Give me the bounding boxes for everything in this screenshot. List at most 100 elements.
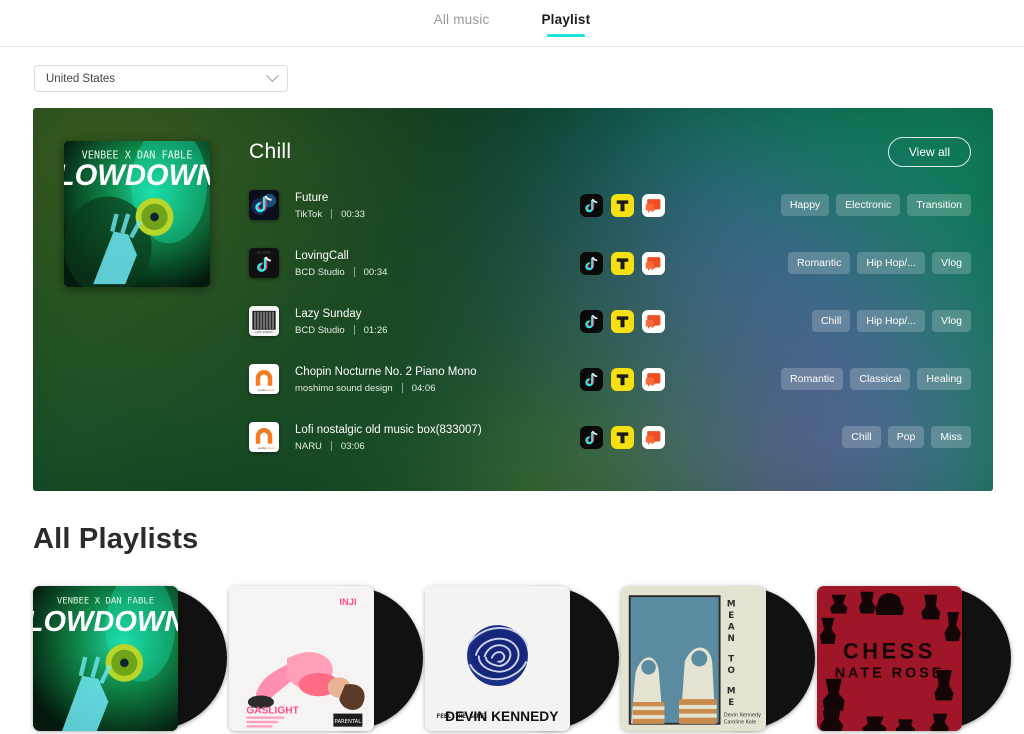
track-thumbnail: LAZY SUNDAY xyxy=(249,306,279,336)
svg-text:stock: stock xyxy=(267,446,275,450)
tag[interactable]: Electronic xyxy=(836,194,901,216)
kakao-icon[interactable] xyxy=(642,251,665,275)
tiktok-icon[interactable] xyxy=(580,193,603,217)
track-row[interactable]: Future TikTok 00:33 Happy Electronic Tra… xyxy=(249,183,971,227)
svg-text:N: N xyxy=(728,634,735,644)
track-name: Lofi nostalgic old music box(833007) xyxy=(295,423,482,436)
tag[interactable]: Miss xyxy=(931,426,971,448)
track-list: Future TikTok 00:33 Happy Electronic Tra… xyxy=(249,183,971,459)
chess-cover-art: CHESS NATE ROSE xyxy=(817,586,962,731)
svg-text:Caroline Kole: Caroline Kole xyxy=(724,720,756,726)
yellow-t-icon[interactable] xyxy=(611,193,634,217)
playlist-card[interactable]: VENBEE X DAN FABLE LOWDOWN xyxy=(33,581,227,734)
tab-playlist[interactable]: Playlist xyxy=(541,0,591,37)
track-source: BCD Studio xyxy=(295,324,345,336)
svg-text:INJI: INJI xyxy=(339,596,356,607)
photo-bw-icon: LAZY SUNDAY xyxy=(249,306,279,336)
svg-text:LOWDOWN: LOWDOWN xyxy=(33,606,178,638)
svg-text:NATE ROSE: NATE ROSE xyxy=(835,665,945,681)
tag[interactable]: Romantic xyxy=(788,252,851,274)
track-source: BCD Studio xyxy=(295,266,345,278)
country-select[interactable]: United States xyxy=(34,65,288,92)
playlist-card[interactable]: MEAN TO ME Devin Kennedy Caroline Kole xyxy=(621,581,815,734)
kakao-icon[interactable] xyxy=(642,367,665,391)
divider xyxy=(353,267,355,277)
platform-icons xyxy=(580,193,665,217)
all-playlists-heading: All Playlists xyxy=(33,523,199,555)
svg-text:M: M xyxy=(727,599,736,609)
top-navigation: All music Playlist xyxy=(0,0,1024,47)
filter-bar: United States xyxy=(0,47,1024,92)
tag[interactable]: Healing xyxy=(917,368,971,390)
tiktok-icon[interactable] xyxy=(580,251,603,275)
audiostock-icon: audio stock xyxy=(249,364,279,394)
tag-group: Happy Electronic Transition xyxy=(780,194,971,216)
track-name: LovingCall xyxy=(295,249,349,262)
tag[interactable]: Romantic xyxy=(781,368,844,390)
yellow-t-icon[interactable] xyxy=(611,309,634,333)
featured-album-art: VENBEE X DAN FABLE LOWDOWN xyxy=(64,141,210,287)
track-row[interactable]: LAZY SUNDAY Lazy Sunday BCD Studio 01:26 xyxy=(249,299,971,343)
tag[interactable]: Pop xyxy=(887,426,925,448)
audiostock-icon: audio stock xyxy=(249,422,279,452)
playlist-card-art: VENBEE X DAN FABLE LOWDOWN xyxy=(33,586,178,731)
divider xyxy=(331,209,333,219)
svg-text:M: M xyxy=(727,686,736,696)
divider xyxy=(401,383,403,393)
playlist-card[interactable]: FEEL THE SAME. DEVIN KENNEDY xyxy=(425,581,619,734)
playlist-card-art: CHESS NATE ROSE xyxy=(817,586,962,731)
tag[interactable]: Chill xyxy=(842,426,881,448)
track-row[interactable]: BCD STUDIO LovingCall BCD Studio 00:34 R… xyxy=(249,241,971,285)
platform-icons xyxy=(580,425,665,449)
tab-playlist-label: Playlist xyxy=(541,12,591,27)
svg-text:BCD STUDIO: BCD STUDIO xyxy=(257,251,271,254)
svg-text:CHESS: CHESS xyxy=(843,639,936,664)
kakao-icon[interactable] xyxy=(642,309,665,333)
tag[interactable]: Vlog xyxy=(931,252,971,274)
chevron-down-icon xyxy=(266,69,279,83)
platform-icons xyxy=(580,309,665,333)
tiktok-icon[interactable] xyxy=(580,367,603,391)
track-row[interactable]: audio stock Chopin Nocturne No. 2 Piano … xyxy=(249,357,971,401)
svg-text:audio: audio xyxy=(258,446,266,450)
yellow-t-icon[interactable] xyxy=(611,367,634,391)
tiktok-icon[interactable] xyxy=(580,309,603,333)
tag-group: Romantic Classical Healing xyxy=(781,368,971,390)
featured-playlist-title: Chill xyxy=(249,140,292,163)
tiktok-icon[interactable] xyxy=(580,425,603,449)
featured-header: Chill View all xyxy=(249,137,971,167)
svg-text:LOWDOWN: LOWDOWN xyxy=(64,160,210,192)
kakao-icon[interactable] xyxy=(642,425,665,449)
playlist-card[interactable]: CHESS NATE ROSE xyxy=(817,581,1011,734)
track-duration: 04:06 xyxy=(411,382,436,394)
tiktok-neon-icon xyxy=(249,190,279,220)
tab-all-music[interactable]: All music xyxy=(434,0,490,27)
tab-all-music-label: All music xyxy=(433,12,490,27)
track-duration: 00:34 xyxy=(363,266,388,278)
kakao-icon[interactable] xyxy=(642,193,665,217)
svg-text:E: E xyxy=(728,698,734,708)
yellow-t-icon[interactable] xyxy=(611,251,634,275)
view-all-button[interactable]: View all xyxy=(887,137,971,167)
playlist-card[interactable]: INJI GASLIGHT PARENTAL xyxy=(229,581,423,734)
tag[interactable]: Hip Hop/... xyxy=(857,310,925,332)
gaslight-cover-art: INJI GASLIGHT PARENTAL xyxy=(229,586,374,731)
svg-text:A: A xyxy=(728,623,735,633)
track-thumbnail: BCD STUDIO xyxy=(249,248,279,278)
tag[interactable]: Hip Hop/... xyxy=(857,252,925,274)
tag[interactable]: Vlog xyxy=(931,310,971,332)
svg-text:T: T xyxy=(728,654,734,664)
track-name: Lazy Sunday xyxy=(295,307,362,320)
divider xyxy=(330,441,332,451)
track-row[interactable]: audio stock Lofi nostalgic old music box… xyxy=(249,415,971,459)
country-select-value: United States xyxy=(46,72,116,85)
svg-text:GASLIGHT: GASLIGHT xyxy=(246,706,299,717)
yellow-t-icon[interactable] xyxy=(611,425,634,449)
tag[interactable]: Chill xyxy=(811,310,851,332)
tag[interactable]: Happy xyxy=(780,194,830,216)
tag[interactable]: Classical xyxy=(850,368,911,390)
tag[interactable]: Transition xyxy=(907,194,971,216)
track-name: Chopin Nocturne No. 2 Piano Mono xyxy=(295,365,477,378)
track-source: NARU xyxy=(295,440,322,452)
svg-text:VENBEE X DAN FABLE: VENBEE X DAN FABLE xyxy=(57,596,154,606)
